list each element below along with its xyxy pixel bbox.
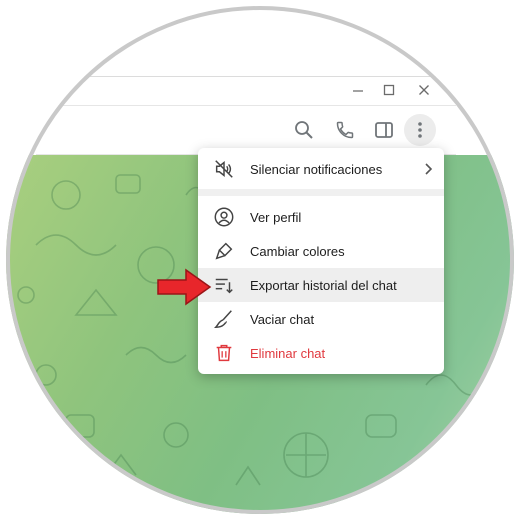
phone-icon bbox=[336, 121, 354, 139]
sidebar-toggle-button[interactable] bbox=[368, 114, 400, 146]
menu-separator bbox=[198, 189, 444, 196]
call-button[interactable] bbox=[329, 114, 361, 146]
chevron-right-icon bbox=[414, 163, 444, 175]
profile-icon bbox=[198, 206, 250, 228]
more-options-button[interactable] bbox=[404, 114, 436, 146]
menu-item-label: Exportar historial del chat bbox=[250, 277, 397, 293]
trash-icon bbox=[198, 342, 250, 364]
zoom-circle: Silenciar notificaciones Ver perfil Camb… bbox=[6, 6, 514, 514]
menu-item-clear-chat[interactable]: Vaciar chat bbox=[198, 302, 444, 336]
mute-icon bbox=[198, 158, 250, 180]
sidebar-toggle-icon bbox=[375, 122, 393, 138]
maximize-icon bbox=[383, 84, 395, 96]
search-button[interactable] bbox=[288, 114, 320, 146]
chat-context-menu: Silenciar notificaciones Ver perfil Camb… bbox=[198, 148, 444, 374]
menu-item-delete-chat[interactable]: Eliminar chat bbox=[198, 336, 444, 370]
search-icon bbox=[295, 121, 313, 139]
menu-item-label: Eliminar chat bbox=[250, 345, 326, 361]
menu-item-label: Vaciar chat bbox=[250, 311, 315, 327]
menu-item-mute[interactable]: Silenciar notificaciones bbox=[198, 152, 444, 186]
menu-item-export-history[interactable]: Exportar historial del chat bbox=[198, 268, 444, 302]
minimize-icon bbox=[353, 90, 363, 92]
more-vertical-icon bbox=[418, 122, 422, 138]
menu-item-label: Cambiar colores bbox=[250, 243, 345, 259]
maximize-button[interactable] bbox=[376, 78, 402, 102]
minimize-button[interactable] bbox=[345, 78, 371, 102]
menu-item-view-profile[interactable]: Ver perfil bbox=[198, 200, 444, 234]
menu-item-label: Ver perfil bbox=[250, 209, 302, 225]
broom-icon bbox=[198, 308, 250, 330]
menu-item-label: Silenciar notificaciones bbox=[250, 161, 383, 177]
close-icon bbox=[419, 85, 429, 95]
menu-item-change-colors[interactable]: Cambiar colores bbox=[198, 234, 444, 268]
paint-icon bbox=[198, 240, 250, 262]
close-button[interactable] bbox=[411, 78, 437, 102]
annotation-arrow-icon bbox=[157, 268, 212, 306]
